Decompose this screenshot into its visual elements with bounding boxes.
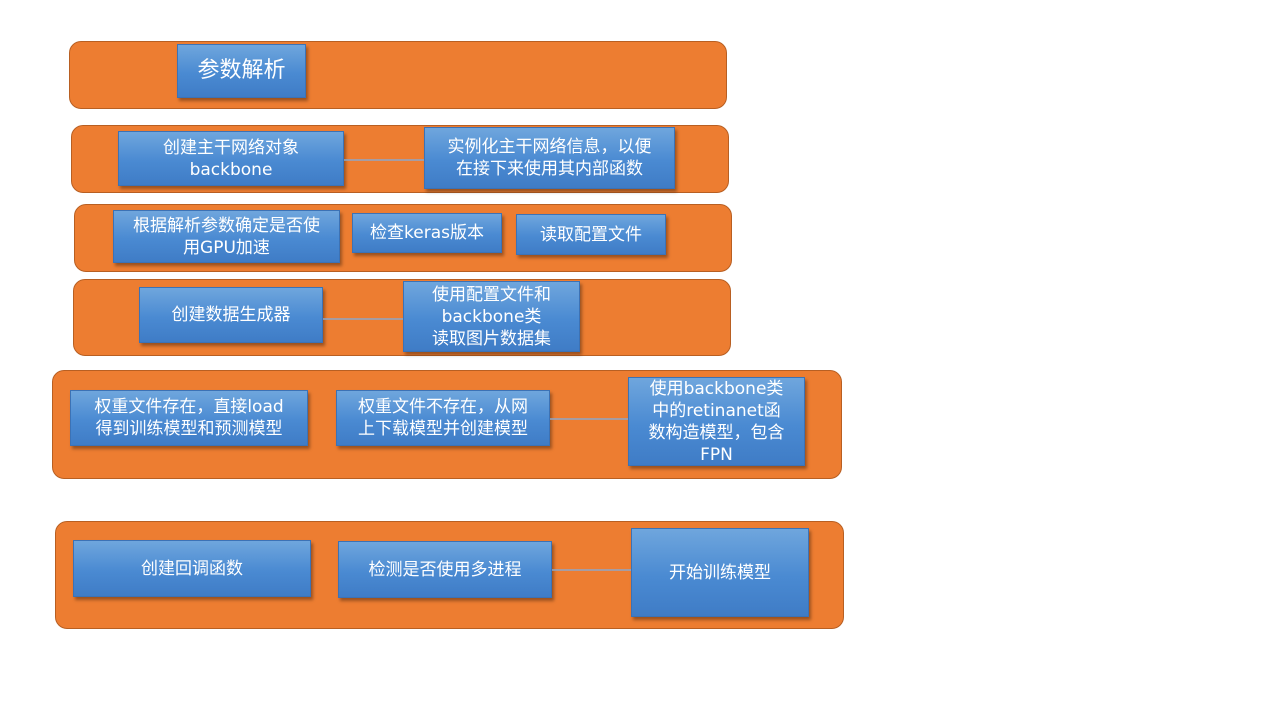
step-gpu-check[interactable]: 根据解析参数确定是否使 用GPU加速 [113, 210, 340, 263]
step-check-keras[interactable]: 检查keras版本 [352, 213, 502, 253]
step-create-generator[interactable]: 创建数据生成器 [139, 287, 323, 343]
step-parse-args[interactable]: 参数解析 [177, 44, 306, 98]
step-load-weights[interactable]: 权重文件存在，直接load 得到训练模型和预测模型 [70, 390, 308, 446]
step-create-backbone[interactable]: 创建主干网络对象 backbone [118, 131, 344, 186]
step-check-multiprocessing[interactable]: 检测是否使用多进程 [338, 541, 552, 598]
step-read-config[interactable]: 读取配置文件 [516, 214, 666, 255]
step-instantiate-backbone[interactable]: 实例化主干网络信息，以便 在接下来使用其内部函数 [424, 127, 675, 189]
step-download-model[interactable]: 权重文件不存在，从网 上下载模型并创建模型 [336, 390, 550, 446]
stage-band-1 [69, 41, 727, 109]
step-create-callbacks[interactable]: 创建回调函数 [73, 540, 311, 597]
step-start-training[interactable]: 开始训练模型 [631, 528, 809, 617]
step-read-dataset[interactable]: 使用配置文件和 backbone类 读取图片数据集 [403, 281, 580, 352]
step-build-retinanet[interactable]: 使用backbone类 中的retinanet函 数构造模型，包含 FPN [628, 377, 805, 466]
